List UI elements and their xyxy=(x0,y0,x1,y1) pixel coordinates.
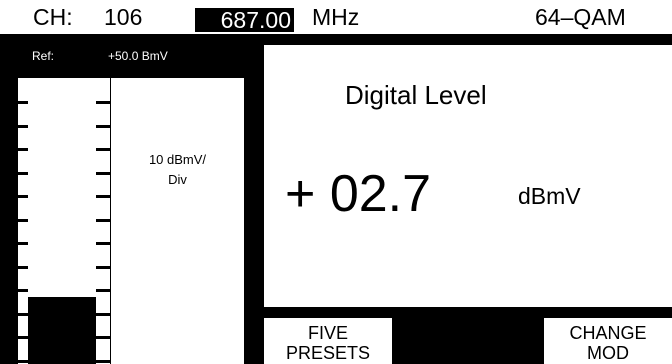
display-title: Digital Level xyxy=(345,80,487,110)
scale-division-line1: 10 dBmV/ xyxy=(148,152,207,167)
channel-number: 106 xyxy=(104,4,143,30)
meter-tick-left xyxy=(18,172,28,175)
meter-tick-right xyxy=(96,195,110,198)
scale-division-line2: Div xyxy=(168,172,187,187)
level-unit: dBmV xyxy=(518,183,581,209)
meter-tick-right xyxy=(96,289,110,292)
level-value: + 02.7 xyxy=(285,165,432,223)
meter-tick-left xyxy=(18,242,28,245)
ref-label: Ref: xyxy=(32,49,55,63)
level-bar xyxy=(28,297,96,364)
change-mod-label-line2: MOD xyxy=(587,343,629,363)
modulation-type: 64–QAM xyxy=(535,4,626,30)
meter-tick-right xyxy=(96,148,110,151)
channel-label: CH: xyxy=(33,4,73,30)
meter-tick-left xyxy=(18,336,28,339)
meter-tick-right xyxy=(96,360,110,363)
meter-tick-right xyxy=(96,219,110,222)
meter-tick-right xyxy=(96,125,110,128)
meter-tick-right xyxy=(96,336,110,339)
meter-tick-left xyxy=(18,360,28,363)
meter-tick-left xyxy=(18,313,28,316)
meter-tick-right xyxy=(96,242,110,245)
meter-tick-right xyxy=(96,101,110,104)
meter-tick-right xyxy=(96,266,110,269)
meter-tick-left xyxy=(18,289,28,292)
meter-tick-left xyxy=(18,125,28,128)
five-presets-softkey[interactable]: FIVE PRESETS xyxy=(264,318,392,364)
meter-tick-left xyxy=(18,266,28,269)
change-mod-softkey[interactable]: CHANGE MOD xyxy=(544,318,672,364)
change-mod-label-line1: CHANGE xyxy=(569,323,647,343)
meter-tick-right xyxy=(96,313,110,316)
meter-tick-right xyxy=(96,172,110,175)
meter-tick-left xyxy=(18,195,28,198)
five-presets-label-line1: FIVE xyxy=(307,323,348,343)
frequency-unit: MHz xyxy=(312,4,360,30)
meter-panel xyxy=(111,78,244,364)
ref-value: +50.0 BmV xyxy=(108,49,168,63)
meter-tick-left xyxy=(18,219,28,222)
meter-tick-left xyxy=(18,148,28,151)
five-presets-label-line2: PRESETS xyxy=(285,343,371,363)
meter-tick-left xyxy=(18,101,28,104)
frequency-value[interactable]: 687.00 xyxy=(195,8,294,32)
scale-division-label: 10 dBmV/ Div xyxy=(111,150,244,190)
